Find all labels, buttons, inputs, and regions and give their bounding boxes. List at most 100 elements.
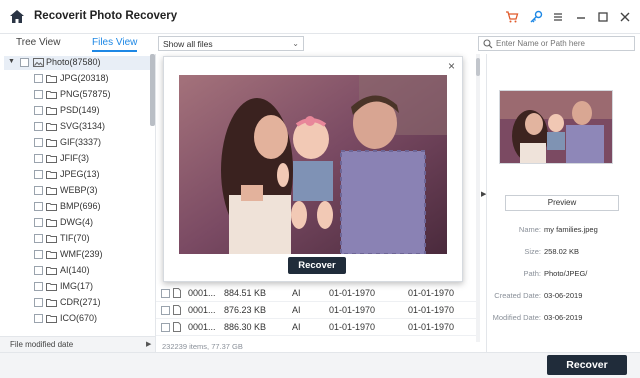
detail-label: Path: <box>523 269 541 278</box>
recover-button[interactable]: Recover <box>547 355 627 375</box>
folder-icon <box>46 139 57 147</box>
checkbox[interactable] <box>34 298 43 307</box>
checkbox[interactable] <box>34 74 43 83</box>
file-type: AI <box>292 322 301 332</box>
tab-tree-view[interactable]: Tree View <box>16 37 60 48</box>
tree-item[interactable]: PNG(57875) <box>34 88 152 102</box>
chevron-down-icon: ⌄ <box>292 39 299 48</box>
checkbox[interactable] <box>34 154 43 163</box>
checkbox[interactable] <box>34 202 43 211</box>
checkbox[interactable] <box>34 266 43 275</box>
file-size: 886.30 KB <box>224 322 267 332</box>
tree-item-label: JPG(20318) <box>60 73 109 83</box>
table-row[interactable]: 0001... 884.51 KB AI 01-01-1970 01-01-1970 <box>156 285 476 302</box>
file-created: 01-01-1970 <box>329 322 376 332</box>
tree-item-label: WEBP(3) <box>60 185 98 195</box>
checkbox[interactable] <box>34 138 43 147</box>
tree-item[interactable]: SVG(3134) <box>34 120 152 134</box>
file-modified: 01-01-1970 <box>408 305 455 315</box>
sort-footer[interactable]: File modified date ▶ <box>0 336 156 352</box>
file-name: 0001... <box>188 288 216 298</box>
detail-value: 03-06-2019 <box>544 313 583 322</box>
checkbox[interactable] <box>161 323 170 332</box>
checkbox[interactable] <box>161 289 170 298</box>
checkbox[interactable] <box>34 170 43 179</box>
checkbox[interactable] <box>34 106 43 115</box>
tree-item[interactable]: TIF(70) <box>34 232 152 246</box>
tree-item-label: DWG(4) <box>60 217 93 227</box>
tree-item[interactable]: DWG(4) <box>34 216 152 230</box>
folder-icon <box>46 315 57 323</box>
checkbox[interactable] <box>20 58 29 67</box>
tree-item-label: PNG(57875) <box>60 89 111 99</box>
detail-label: Name: <box>518 225 541 234</box>
menu-icon[interactable] <box>551 10 565 24</box>
file-created: 01-01-1970 <box>329 305 376 315</box>
checkbox[interactable] <box>34 122 43 131</box>
tree-item[interactable]: CDR(271) <box>34 296 152 310</box>
expand-arrow-icon[interactable]: ▼ <box>8 58 15 65</box>
checkbox[interactable] <box>34 314 43 323</box>
tree-item-label: CDR(271) <box>60 297 101 307</box>
chevron-right-icon: ▶ <box>146 341 152 348</box>
tree-item[interactable]: JPG(20318) <box>34 72 152 86</box>
photo-icon <box>33 58 44 67</box>
file-name: 0001... <box>188 322 216 332</box>
tree-panel: ▼ Photo(87580) JPG(20318) PNG(57875) PSD(1… <box>0 54 156 336</box>
folder-icon <box>46 187 57 195</box>
file-size: 884.51 KB <box>224 288 267 298</box>
tree-item-label: ICO(670) <box>60 313 98 323</box>
file-modified: 01-01-1970 <box>408 288 455 298</box>
home-icon[interactable] <box>10 10 24 23</box>
tree-item[interactable]: JFIF(3) <box>34 152 152 166</box>
checkbox[interactable] <box>34 218 43 227</box>
tree-item-label: BMP(696) <box>60 201 101 211</box>
checkbox[interactable] <box>161 306 170 315</box>
folder-icon <box>46 123 57 131</box>
table-row[interactable]: 0001... 886.30 KB AI 01-01-1970 01-01-1970 <box>156 319 476 336</box>
preview-button[interactable]: Preview <box>505 195 619 211</box>
file-filter-value: Show all files <box>163 39 213 49</box>
file-icon <box>173 288 181 298</box>
tree-item[interactable]: ICO(670) <box>34 312 152 326</box>
tree-item[interactable]: GIF(3337) <box>34 136 152 150</box>
tab-files-view[interactable]: Files View <box>92 37 138 52</box>
footer-bar <box>0 352 640 378</box>
close-icon[interactable] <box>618 10 632 24</box>
tree-item[interactable]: AI(140) <box>34 264 152 278</box>
file-filter-select[interactable]: Show all files ⌄ <box>158 36 304 51</box>
detail-value: 258.02 KB <box>544 247 580 256</box>
search-input[interactable] <box>496 38 631 49</box>
detail-label: Created Date: <box>494 291 541 300</box>
file-list-scrollbar[interactable] <box>476 54 480 342</box>
tree-item[interactable]: JPEG(13) <box>34 168 152 182</box>
cart-icon[interactable] <box>505 10 519 24</box>
tree-item[interactable]: BMP(696) <box>34 200 152 214</box>
tree-root-photo[interactable]: ▼ Photo(87580) <box>4 56 154 70</box>
tree-scrollbar[interactable] <box>150 54 155 126</box>
checkbox[interactable] <box>34 186 43 195</box>
tree-item[interactable]: WEBP(3) <box>34 184 152 198</box>
tree-item[interactable]: IMG(17) <box>34 280 152 294</box>
checkbox[interactable] <box>34 234 43 243</box>
app-title: Recoverit Photo Recovery <box>34 10 178 22</box>
checkbox[interactable] <box>34 282 43 291</box>
tree-item[interactable]: PSD(149) <box>34 104 152 118</box>
file-type: AI <box>292 305 301 315</box>
minimize-icon[interactable] <box>574 10 588 24</box>
search-box[interactable] <box>478 36 635 51</box>
file-size: 876.23 KB <box>224 305 267 315</box>
folder-icon <box>46 107 57 115</box>
file-name: 0001... <box>188 305 216 315</box>
tree-item[interactable]: WMF(239) <box>34 248 152 262</box>
table-row[interactable]: 0001... 876.23 KB AI 01-01-1970 01-01-1970 <box>156 302 476 319</box>
maximize-icon[interactable] <box>596 10 610 24</box>
close-icon[interactable]: × <box>448 59 455 73</box>
checkbox[interactable] <box>34 90 43 99</box>
detail-value: 03-06-2019 <box>544 291 583 300</box>
key-icon[interactable] <box>529 10 543 24</box>
tree-item-label: JPEG(13) <box>60 169 100 179</box>
checkbox[interactable] <box>34 250 43 259</box>
folder-icon <box>46 203 57 211</box>
modal-recover-button[interactable]: Recover <box>288 257 346 274</box>
